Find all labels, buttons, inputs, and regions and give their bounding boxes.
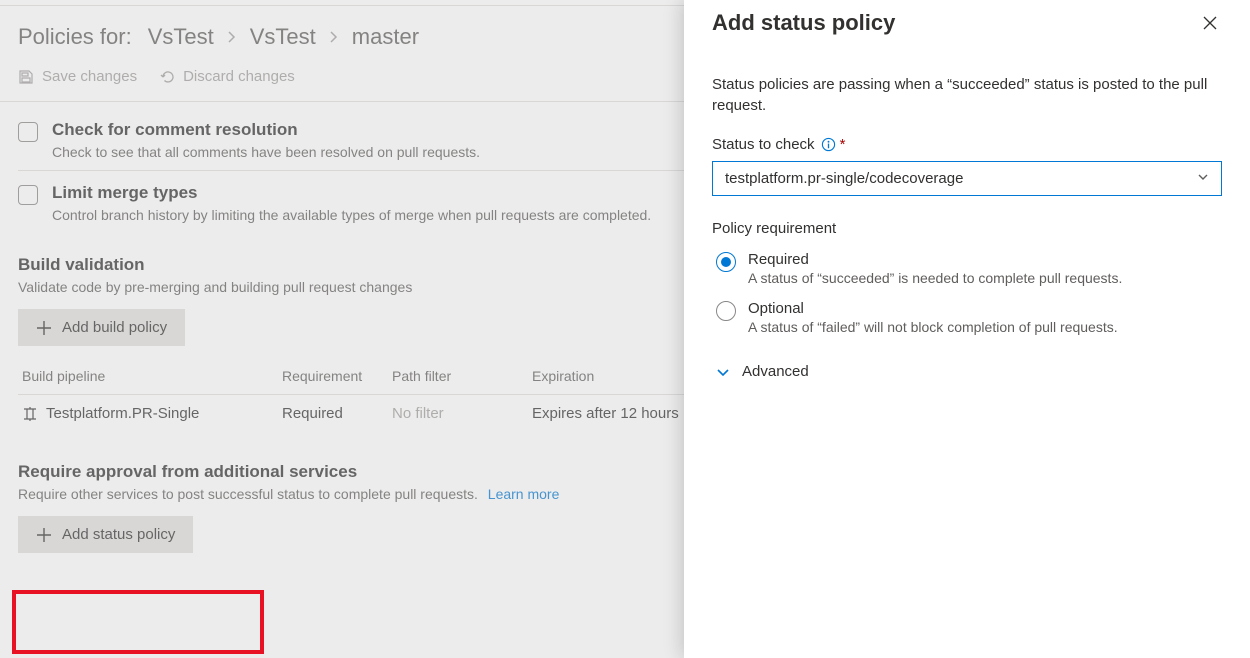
add-status-policy-pane: Add status policy Status policies are pa… [684, 0, 1250, 658]
radio-option-required[interactable]: Required A status of “succeeded” is need… [716, 251, 1222, 286]
close-icon [1202, 15, 1218, 31]
breadcrumb-item[interactable]: VsTest [250, 24, 316, 50]
section-desc-text: Require other services to post successfu… [18, 486, 478, 502]
radio-desc: A status of “failed” will not block comp… [748, 319, 1118, 335]
learn-more-link[interactable]: Learn more [488, 486, 560, 502]
chevron-right-icon [328, 31, 340, 43]
add-status-label: Add status policy [62, 526, 175, 543]
pipeline-name: Testplatform.PR-Single [46, 405, 199, 422]
status-selected-value: testplatform.pr-single/codecoverage [725, 170, 963, 187]
policy-title: Check for comment resolution [52, 120, 480, 140]
plus-icon [36, 320, 52, 336]
status-label-text: Status to check [712, 136, 815, 153]
info-icon[interactable] [821, 137, 836, 152]
breadcrumb-label: Policies for: [18, 24, 132, 50]
advanced-label: Advanced [742, 363, 809, 380]
col-requirement: Requirement [282, 368, 392, 384]
discard-label: Discard changes [183, 68, 295, 85]
radio-required[interactable] [716, 252, 736, 272]
required-asterisk: * [840, 136, 846, 153]
add-status-policy-button[interactable]: Add status policy [18, 516, 193, 553]
undo-icon [159, 69, 175, 85]
radio-label: Required [748, 251, 1122, 268]
pipeline-cell: Testplatform.PR-Single [22, 405, 282, 422]
policy-requirement-label: Policy requirement [712, 220, 1222, 237]
col-pathfilter: Path filter [392, 368, 532, 384]
pane-desc: Status policies are passing when a “succ… [712, 74, 1222, 116]
chevron-down-icon [716, 365, 730, 379]
plus-icon [36, 527, 52, 543]
radio-desc: A status of “succeeded” is needed to com… [748, 270, 1122, 286]
col-pipeline: Build pipeline [22, 368, 282, 384]
policy-desc: Check to see that all comments have been… [52, 144, 480, 160]
requirement-cell: Required [282, 405, 392, 422]
add-build-label: Add build policy [62, 319, 167, 336]
policy-title: Limit merge types [52, 183, 651, 203]
radio-label: Optional [748, 300, 1118, 317]
advanced-toggle[interactable]: Advanced [716, 363, 1222, 380]
pathfilter-cell: No filter [392, 405, 532, 422]
chevron-right-icon [226, 31, 238, 43]
radio-optional[interactable] [716, 301, 736, 321]
pane-title: Add status policy [712, 10, 895, 36]
checkbox[interactable] [18, 185, 38, 205]
close-button[interactable] [1198, 11, 1222, 35]
checkbox[interactable] [18, 122, 38, 142]
breadcrumb-item[interactable]: master [352, 24, 419, 50]
status-to-check-label: Status to check * [712, 136, 1222, 153]
radio-option-optional[interactable]: Optional A status of “failed” will not b… [716, 300, 1222, 335]
add-build-policy-button[interactable]: Add build policy [18, 309, 185, 346]
policy-desc: Control branch history by limiting the a… [52, 207, 651, 223]
save-button[interactable]: Save changes [18, 64, 137, 89]
save-icon [18, 69, 34, 85]
pipeline-icon [22, 406, 38, 422]
chevron-down-icon [1197, 170, 1209, 187]
save-label: Save changes [42, 68, 137, 85]
breadcrumb-item[interactable]: VsTest [148, 24, 214, 50]
status-select[interactable]: testplatform.pr-single/codecoverage [712, 161, 1222, 196]
discard-button[interactable]: Discard changes [159, 64, 295, 89]
